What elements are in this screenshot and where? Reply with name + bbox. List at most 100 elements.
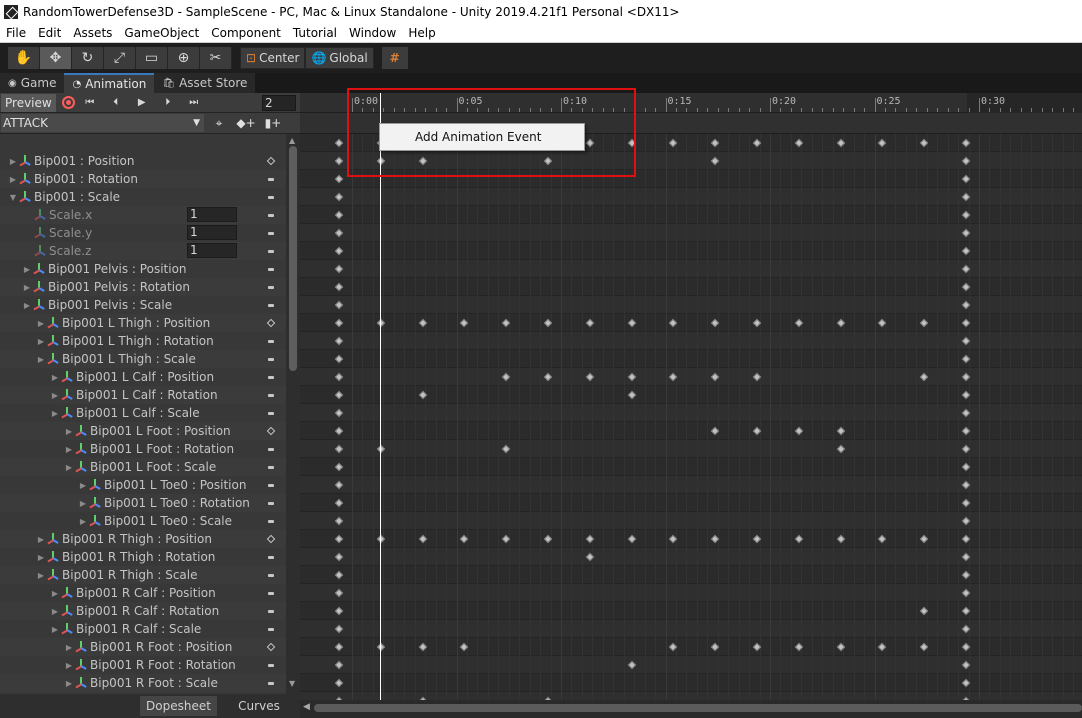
key-state-dash-icon[interactable] <box>268 268 274 271</box>
collapsed-arrow-icon[interactable]: ▶ <box>78 499 88 508</box>
play-button[interactable]: ▶ <box>131 94 153 112</box>
tab-animation[interactable]: ◔ Animation <box>64 73 155 93</box>
key-state-dash-icon[interactable] <box>268 412 274 415</box>
collapsed-arrow-icon[interactable]: ▶ <box>50 409 60 418</box>
key-state-dash-icon[interactable] <box>268 196 274 199</box>
key-state-diamond-icon[interactable] <box>266 534 276 544</box>
move-tool-button[interactable]: ✥ <box>40 47 72 69</box>
property-value-field[interactable]: 1 <box>187 207 237 222</box>
collapsed-arrow-icon[interactable]: ▶ <box>50 607 60 616</box>
property-row[interactable]: ▶ Bip001 Pelvis : Rotation <box>0 278 286 296</box>
scale-tool-button[interactable]: ⤢ <box>104 47 136 69</box>
collapsed-arrow-icon[interactable]: ▶ <box>64 679 74 688</box>
key-state-dash-icon[interactable] <box>268 250 274 253</box>
collapsed-arrow-icon[interactable]: ▶ <box>50 391 60 400</box>
timeline-scroll-thumb[interactable] <box>314 704 1082 712</box>
collapsed-arrow-icon[interactable]: ▶ <box>50 589 60 598</box>
key-state-dash-icon[interactable] <box>268 682 274 685</box>
key-state-dash-icon[interactable] <box>268 178 274 181</box>
property-row[interactable]: ▶ Bip001 Pelvis : Scale <box>0 296 286 314</box>
menu-edit[interactable]: Edit <box>32 26 67 40</box>
add-animation-event-item[interactable]: Add Animation Event <box>415 130 541 144</box>
key-state-diamond-icon[interactable] <box>266 426 276 436</box>
key-state-dash-icon[interactable] <box>268 574 274 577</box>
rotate-tool-button[interactable]: ↻ <box>72 47 104 69</box>
collapsed-arrow-icon[interactable]: ▶ <box>22 265 32 274</box>
property-channel-row[interactable]: Scale.x 1 <box>0 206 286 224</box>
property-row[interactable]: ▶ Bip001 R Thigh : Rotation <box>0 548 286 566</box>
grid-snap-button[interactable]: # <box>381 47 408 69</box>
pivot-space-button[interactable]: 🌐 Global <box>305 47 374 69</box>
property-row[interactable]: ▶ Bip001 L Toe0 : Position <box>0 476 286 494</box>
transform-tool-button[interactable]: ⊕ <box>168 47 200 69</box>
property-row[interactable]: ▶ Bip001 Pelvis : Position <box>0 260 286 278</box>
key-state-dash-icon[interactable] <box>268 286 274 289</box>
collapsed-arrow-icon[interactable]: ▶ <box>64 463 74 472</box>
dopesheet-tab[interactable]: Dopesheet <box>140 696 217 716</box>
property-row[interactable]: ▶ Bip001 L Calf : Scale <box>0 404 286 422</box>
collapsed-arrow-icon[interactable]: ▶ <box>8 175 18 184</box>
timeline-scrollbar[interactable]: ◀ <box>300 700 1082 718</box>
key-state-dash-icon[interactable] <box>268 484 274 487</box>
expanded-arrow-icon[interactable]: ▼ <box>8 193 18 202</box>
pivot-mode-button[interactable]: ⊡ Center <box>240 47 306 69</box>
prev-frame-button[interactable]: ⏴ <box>105 94 127 112</box>
property-row[interactable]: ▶ Bip001 R Thigh : Position <box>0 530 286 548</box>
preview-button[interactable]: Preview <box>1 93 56 112</box>
next-frame-button[interactable]: ⏵ <box>157 94 179 112</box>
property-row[interactable]: ▶ Bip001 R Foot : Scale <box>0 674 286 692</box>
menu-tutorial[interactable]: Tutorial <box>287 26 343 40</box>
collapsed-arrow-icon[interactable]: ▶ <box>36 355 46 364</box>
menu-window[interactable]: Window <box>343 26 402 40</box>
collapsed-arrow-icon[interactable]: ▶ <box>78 481 88 490</box>
property-row[interactable]: ▶ Bip001 L Toe0 : Scale <box>0 512 286 530</box>
clip-dropdown[interactable]: ATTACK ▼ <box>1 114 204 132</box>
property-row[interactable]: ▶ Bip001 L Toe0 : Rotation <box>0 494 286 512</box>
collapsed-arrow-icon[interactable]: ▶ <box>36 319 46 328</box>
frame-input[interactable]: 2 <box>262 94 296 111</box>
property-row[interactable]: ▶ Bip001 R Calf : Scale <box>0 620 286 638</box>
scroll-left-icon[interactable]: ◀ <box>303 702 310 712</box>
property-row[interactable]: ▶ Bip001 L Foot : Position <box>0 422 286 440</box>
key-state-diamond-icon[interactable] <box>266 318 276 328</box>
key-state-dash-icon[interactable] <box>268 664 274 667</box>
curves-tab[interactable]: Curves <box>220 696 298 716</box>
key-state-dash-icon[interactable] <box>268 340 274 343</box>
property-row[interactable]: ▶ Bip001 L Foot : Scale <box>0 458 286 476</box>
dopesheet-grid[interactable] <box>300 134 1082 700</box>
last-frame-button[interactable]: ⏭ <box>183 94 205 112</box>
key-state-diamond-icon[interactable] <box>266 642 276 652</box>
collapsed-arrow-icon[interactable]: ▶ <box>36 571 46 580</box>
property-row[interactable]: ▼ Bip001 : Scale <box>0 188 286 206</box>
property-row[interactable]: ▶ Bip001 R Calf : Rotation <box>0 602 286 620</box>
tab-game[interactable]: ◉ Game <box>0 73 65 93</box>
property-row[interactable]: ▶ Bip001 L Thigh : Scale <box>0 350 286 368</box>
property-row[interactable]: ▶ Bip001 L Calf : Rotation <box>0 386 286 404</box>
collapsed-arrow-icon[interactable]: ▶ <box>22 301 32 310</box>
time-cursor[interactable] <box>380 93 381 700</box>
property-row[interactable]: ▶ Bip001 R Calf : Position <box>0 584 286 602</box>
key-state-dash-icon[interactable] <box>268 214 274 217</box>
add-event-button[interactable]: ▮+ <box>261 114 285 132</box>
key-state-dash-icon[interactable] <box>268 394 274 397</box>
tab-asset-store[interactable]: 🛍 Asset Store <box>154 73 256 93</box>
property-row[interactable]: ▶ Bip001 L Calf : Position <box>0 368 286 386</box>
property-value-field[interactable]: 1 <box>187 225 237 240</box>
key-state-dash-icon[interactable] <box>268 376 274 379</box>
collapsed-arrow-icon[interactable]: ▶ <box>50 625 60 634</box>
key-state-dash-icon[interactable] <box>268 358 274 361</box>
collapsed-arrow-icon[interactable]: ▶ <box>8 157 18 166</box>
key-state-dash-icon[interactable] <box>268 610 274 613</box>
property-channel-row[interactable]: Scale.z 1 <box>0 242 286 260</box>
add-key-button[interactable]: ◆+ <box>234 114 258 132</box>
rect-tool-button[interactable]: ▭ <box>136 47 168 69</box>
scroll-up-icon[interactable]: ▲ <box>289 136 295 145</box>
menu-assets[interactable]: Assets <box>67 26 118 40</box>
collapsed-arrow-icon[interactable]: ▶ <box>36 553 46 562</box>
key-state-dash-icon[interactable] <box>268 592 274 595</box>
key-state-dash-icon[interactable] <box>268 304 274 307</box>
key-state-dash-icon[interactable] <box>268 502 274 505</box>
menu-help[interactable]: Help <box>402 26 441 40</box>
first-frame-button[interactable]: ⏮ <box>79 94 101 112</box>
collapsed-arrow-icon[interactable]: ▶ <box>22 283 32 292</box>
